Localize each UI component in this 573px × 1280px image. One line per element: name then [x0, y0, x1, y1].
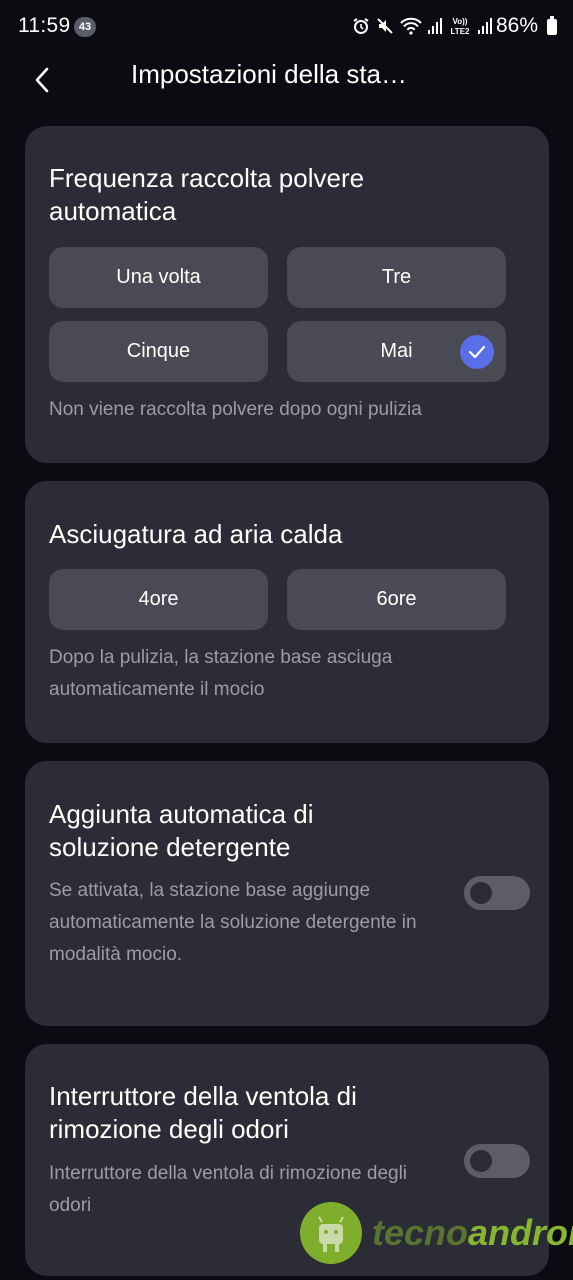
watermark-text-light: tecno [372, 1212, 469, 1253]
detergent-card: Aggiunta automatica di soluzione deterge… [25, 761, 549, 1026]
option-label: 4ore [138, 588, 179, 610]
option-cinque[interactable]: Cinque [49, 321, 268, 382]
odor-fan-toggle[interactable] [464, 1144, 530, 1178]
hot-air-drying-title: Asciugatura ad aria calda [49, 519, 343, 549]
option-label: Cinque [126, 340, 191, 362]
dust-collection-title: Frequenza raccolta polvere automatica [49, 163, 365, 226]
signal-icon [478, 18, 492, 34]
status-bar: 11:59 43 Vo)) LTE2 86% [0, 0, 573, 54]
wifi-icon [400, 17, 422, 35]
mute-icon [377, 18, 393, 34]
detergent-toggle[interactable] [464, 876, 530, 910]
detergent-title: Aggiunta automatica di soluzione deterge… [49, 799, 314, 862]
watermark-text: tecnoandroid [372, 1212, 573, 1254]
option-label: 6ore [376, 588, 417, 610]
volte-icon: Vo))LTE2 [451, 17, 471, 36]
android-logo-icon [300, 1202, 362, 1264]
option-label: Tre [381, 266, 412, 288]
chevron-left-icon [35, 67, 49, 93]
option-tre[interactable]: Tre [287, 247, 506, 308]
lte-label: LTE2 [451, 27, 471, 36]
watermark-text-strong: android [468, 1212, 573, 1253]
odor-fan-title: Interruttore della ventola di rimozione … [49, 1081, 357, 1144]
app-header: Impostazioni della sta… [0, 54, 573, 116]
back-button[interactable] [24, 60, 60, 100]
status-time: 11:59 [18, 14, 71, 37]
hot-air-drying-card: Asciugatura ad aria calda 4ore 6ore Dopo… [25, 481, 549, 743]
toggle-knob [470, 882, 492, 904]
toggle-knob [470, 1150, 492, 1172]
watermark: tecnoandroid [300, 1202, 573, 1270]
option-una-volta[interactable]: Una volta [49, 247, 268, 308]
notification-count-badge: 43 [74, 17, 96, 37]
page-title: Impostazioni della sta… [131, 59, 408, 89]
option-4ore[interactable]: 4ore [49, 569, 268, 630]
option-label: Mai [380, 340, 413, 362]
dust-collection-description: Non viene raccolta polvere dopo ogni pul… [49, 399, 422, 420]
option-label: Una volta [116, 266, 201, 288]
dust-collection-card: Frequenza raccolta polvere automatica Un… [25, 126, 549, 463]
battery-icon [547, 16, 557, 35]
hot-air-drying-description: Dopo la pulizia, la stazione base asciug… [49, 647, 393, 700]
status-icons: Vo)) LTE2 [352, 16, 492, 36]
selected-check-icon [460, 335, 494, 369]
volte-label: Vo)) [453, 17, 468, 26]
option-mai[interactable]: Mai [287, 321, 506, 382]
signal-icon [428, 18, 442, 34]
alarm-icon [353, 18, 369, 34]
battery-level: 86% [496, 14, 539, 37]
detergent-description: Se attivata, la stazione base aggiunge a… [49, 880, 417, 965]
option-6ore[interactable]: 6ore [287, 569, 506, 630]
